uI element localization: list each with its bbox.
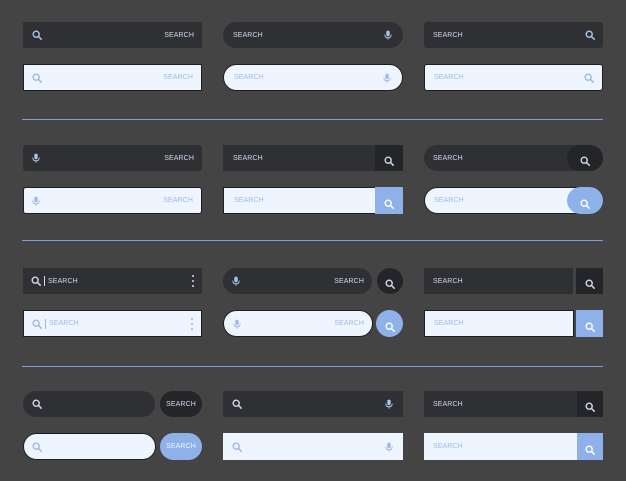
search-icon[interactable] (232, 399, 242, 409)
search-button[interactable] (576, 268, 603, 294)
search-bar-dark-1[interactable]: SEARCH (23, 22, 202, 48)
search-label: SEARCH (434, 197, 464, 204)
search-bar-light-10[interactable] (23, 433, 156, 460)
search-icon[interactable] (32, 442, 42, 452)
search-label: SEARCH (234, 74, 264, 81)
search-icon[interactable] (32, 30, 42, 40)
search-button[interactable] (376, 310, 403, 337)
search-bar-dark-3[interactable]: SEARCH (424, 22, 603, 48)
search-icon (384, 319, 395, 332)
search-icon (585, 442, 595, 455)
search-bar-dark-9[interactable]: SEARCH (424, 268, 573, 294)
mic-icon[interactable] (383, 30, 393, 40)
search-bar-light-4[interactable]: SEARCH (23, 187, 202, 214)
search-label: SEARCH (166, 400, 196, 408)
search-bar-dark-7[interactable]: SEARCH (23, 268, 202, 294)
search-icon (584, 319, 595, 332)
search-bar-light-11[interactable] (223, 433, 403, 460)
search-label: SEARCH (433, 443, 463, 450)
search-button[interactable] (577, 391, 603, 417)
search-button[interactable] (377, 268, 403, 294)
search-icon[interactable] (32, 73, 42, 83)
search-button[interactable] (375, 187, 403, 214)
search-icon (385, 276, 395, 289)
search-label: SEARCH (163, 74, 193, 81)
search-icon[interactable] (32, 399, 42, 409)
search-label: SEARCH (163, 197, 193, 204)
search-icon (580, 153, 590, 166)
search-bar-light-7[interactable]: SEARCH (23, 310, 202, 337)
search-bar-dark-11[interactable] (223, 391, 403, 417)
search-label: SEARCH (234, 197, 264, 204)
search-button[interactable] (567, 187, 603, 214)
search-button[interactable]: SEARCH (160, 391, 202, 417)
section-divider (22, 119, 603, 120)
text-cursor-divider (45, 319, 46, 329)
search-label: SEARCH (49, 320, 79, 327)
search-bar-light-2[interactable]: SEARCH (223, 64, 403, 91)
mic-icon[interactable] (31, 153, 41, 163)
search-bar-light-5[interactable]: SEARCH (223, 187, 376, 214)
search-label: SEARCH (433, 31, 463, 39)
mic-icon[interactable] (231, 276, 241, 286)
search-label: SEARCH (233, 31, 263, 39)
mic-icon[interactable] (232, 319, 242, 329)
search-icon[interactable] (585, 30, 595, 40)
search-bar-light-9[interactable]: SEARCH (424, 310, 574, 337)
more-vertical-icon[interactable] (190, 318, 194, 330)
search-icon (580, 196, 590, 209)
search-bar-light-1[interactable]: SEARCH (23, 64, 202, 91)
search-button[interactable]: SEARCH (160, 433, 202, 460)
section-divider (22, 366, 603, 367)
search-button[interactable] (375, 145, 403, 171)
search-button[interactable] (577, 433, 603, 460)
search-label: SEARCH (433, 277, 463, 285)
mic-icon[interactable] (382, 73, 392, 83)
search-label: SEARCH (48, 277, 78, 285)
search-label: SEARCH (166, 443, 196, 450)
search-bar-light-3[interactable]: SEARCH (424, 64, 603, 91)
search-label: SEARCH (233, 154, 263, 162)
search-icon[interactable] (584, 73, 594, 83)
search-label: SEARCH (434, 320, 464, 327)
search-icon[interactable] (32, 319, 42, 329)
search-icon[interactable] (232, 442, 242, 452)
search-button[interactable] (576, 310, 603, 337)
search-button[interactable] (567, 145, 603, 171)
search-label: SEARCH (434, 74, 464, 81)
search-label: SEARCH (334, 320, 364, 327)
mic-icon[interactable] (384, 399, 394, 409)
search-bar-dark-4[interactable]: SEARCH (23, 145, 202, 171)
search-bar-dark-8[interactable]: SEARCH (223, 268, 372, 294)
search-bar-dark-2[interactable]: SEARCH (223, 22, 403, 48)
section-divider (22, 240, 603, 241)
search-icon (384, 196, 394, 209)
search-icon (585, 399, 595, 412)
search-label: SEARCH (433, 400, 463, 408)
search-icon[interactable] (31, 276, 41, 286)
search-label: SEARCH (433, 154, 463, 162)
search-bar-light-8[interactable]: SEARCH (223, 310, 373, 337)
mic-icon[interactable] (384, 442, 394, 452)
search-bar-dark-12[interactable]: SEARCH (424, 391, 579, 417)
search-label: SEARCH (334, 277, 364, 285)
search-bar-dark-10[interactable] (23, 391, 155, 417)
search-label: SEARCH (164, 154, 194, 162)
search-bar-light-12[interactable]: SEARCH (424, 433, 578, 460)
more-vertical-icon[interactable] (191, 275, 195, 287)
mic-icon[interactable] (31, 196, 41, 206)
search-icon (384, 153, 394, 166)
search-icon (584, 276, 595, 289)
text-cursor-divider (44, 276, 45, 286)
search-label: SEARCH (164, 31, 194, 39)
